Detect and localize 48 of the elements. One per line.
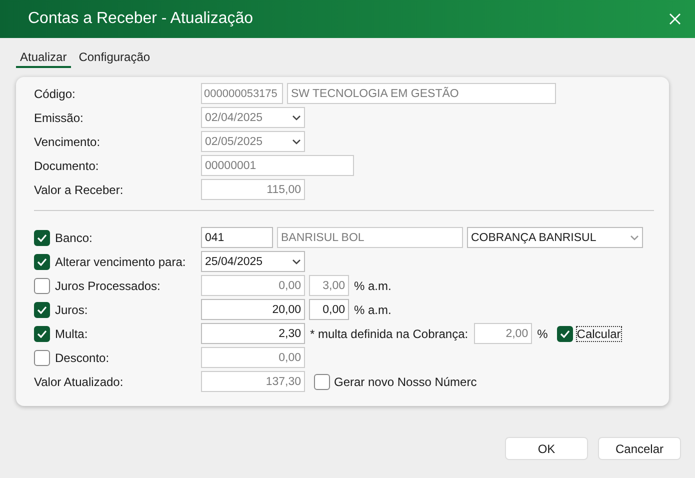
dropdown[interactable]: COBRANÇA BANRISUL [467, 227, 643, 248]
checkbox[interactable] [34, 254, 50, 270]
field-label: Código: [34, 86, 76, 100]
field-label: Documento: [34, 158, 99, 172]
input-field[interactable]: 20,00 [201, 299, 305, 320]
dialog-button[interactable]: OK [505, 437, 588, 460]
field-label: Desconto: [55, 350, 110, 364]
checkbox[interactable] [34, 350, 50, 366]
check-icon [37, 258, 47, 266]
input-field[interactable]: 0,00 [309, 299, 349, 320]
field-label: Emissão: [34, 110, 84, 124]
field-label: Juros Processados: [55, 278, 160, 292]
close-button[interactable] [667, 11, 683, 27]
tab[interactable]: Atualizar [16, 50, 71, 68]
field-label: Banco: [55, 230, 92, 244]
field-label: Valor Atualizado: [34, 374, 124, 388]
chevron-down-icon [292, 114, 301, 120]
check-icon [560, 330, 570, 338]
chevron-down-icon [630, 234, 639, 240]
input-field[interactable]: 2,30 [201, 323, 305, 344]
window-title: Contas a Receber - Atualização [28, 10, 254, 28]
checkbox-label[interactable]: Calcular [576, 326, 622, 342]
checkbox[interactable] [34, 302, 50, 318]
check-icon [37, 330, 47, 338]
check-icon [37, 306, 47, 314]
close-icon [669, 13, 681, 25]
field-label: Vencimento: [34, 134, 100, 148]
checkbox[interactable] [556, 326, 573, 342]
field-note: % a.m. [354, 278, 392, 292]
chevron-down-icon [292, 258, 301, 264]
field-label: Juros: [55, 302, 88, 316]
field-label: Alterar vencimento para: [55, 254, 186, 268]
field-label: Valor a Receber: [34, 182, 124, 196]
checkbox-label[interactable]: Gerar novo Nosso Númerc [333, 374, 478, 390]
date-field[interactable]: 25/04/2025 [201, 251, 305, 272]
field-note: % a.m. [354, 302, 392, 316]
dialog-button[interactable]: Cancelar [598, 437, 681, 460]
checkbox[interactable] [34, 326, 50, 342]
tab[interactable]: Configuração [74, 50, 154, 68]
checkbox[interactable] [34, 278, 50, 294]
field-note: * multa definida na Cobrança: [310, 326, 468, 340]
check-icon [37, 234, 47, 242]
checkbox[interactable] [314, 374, 330, 390]
chevron-down-icon [292, 138, 301, 144]
checkbox[interactable] [34, 230, 50, 246]
field-label: Multa: [55, 326, 88, 340]
input-field[interactable]: 041 [201, 227, 273, 248]
field-note: % [537, 326, 548, 340]
